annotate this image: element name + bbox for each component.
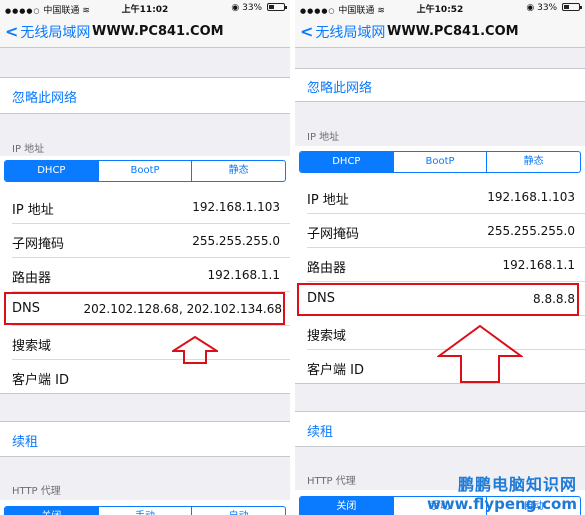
phone-screen-right: ●●●●○ 中国联通 ≋ 上午10:52 ◉ 33% < 无线局域网 WWW.PC…	[295, 0, 585, 515]
battery-icon	[562, 3, 582, 11]
renew-group: 续租	[0, 421, 290, 457]
row-label: IP 地址	[307, 193, 349, 208]
up-arrow-annotation	[172, 336, 218, 364]
lock-rotation-icon: ◉	[231, 3, 240, 13]
row-label: 搜索域	[12, 339, 52, 354]
forget-network-label: 忽略此网络	[12, 91, 78, 106]
battery-icon	[267, 3, 287, 11]
nav-bar: < 无线局域网 WWW.PC841.COM	[295, 16, 585, 48]
tab-static[interactable]: 静态	[486, 152, 580, 172]
page-title: WWW.PC841.COM	[387, 24, 519, 39]
tab-proxy-auto[interactable]: 自动	[191, 507, 285, 515]
lock-rotation-icon: ◉	[526, 3, 535, 13]
tab-static[interactable]: 静态	[191, 161, 285, 181]
forget-network-button[interactable]: 忽略此网络	[295, 69, 585, 103]
http-proxy-control-wrap: 关闭 手动 自动	[0, 500, 290, 515]
tab-proxy-off[interactable]: 关闭	[300, 497, 393, 515]
back-button[interactable]: < 无线局域网	[5, 22, 90, 42]
ip-section-header: IP 地址	[12, 144, 45, 155]
tab-proxy-off[interactable]: 关闭	[5, 507, 98, 515]
row-router: 路由器 192.168.1.1	[0, 258, 290, 292]
ip-section-header: IP 地址	[307, 132, 340, 143]
renew-lease-label: 续租	[12, 435, 39, 450]
row-search-domain[interactable]: 搜索域	[0, 326, 290, 360]
up-arrow-annotation	[437, 324, 523, 383]
row-label: IP 地址	[12, 203, 54, 218]
tab-bootp[interactable]: BootP	[392, 152, 487, 172]
row-label: 客户端 ID	[12, 373, 69, 388]
http-proxy-section-header: HTTP 代理	[12, 486, 61, 497]
renew-lease-label: 续租	[307, 425, 334, 440]
row-ip-address: IP 地址 192.168.1.103	[295, 180, 585, 214]
battery-percent: 33%	[242, 3, 263, 13]
row-label: 客户端 ID	[307, 363, 364, 378]
ip-mode-control-wrap: DHCP BootP 静态	[295, 146, 585, 176]
row-subnet-mask: 子网掩码 255.255.255.0	[295, 214, 585, 248]
row-label: 搜索域	[307, 329, 347, 344]
renew-lease-button[interactable]: 续租	[295, 412, 585, 446]
row-value: 255.255.255.0	[192, 234, 280, 248]
row-router: 路由器 192.168.1.1	[295, 248, 585, 282]
forget-network-button[interactable]: 忽略此网络	[0, 78, 290, 112]
row-value: 192.168.1.103	[192, 200, 280, 214]
row-label: 子网掩码	[12, 237, 65, 252]
row-value: 255.255.255.0	[487, 224, 575, 238]
row-subnet-mask: 子网掩码 255.255.255.0	[0, 224, 290, 258]
forget-group: 忽略此网络	[295, 68, 585, 102]
ip-details-group: IP 地址 192.168.1.103 子网掩码 255.255.255.0 路由器…	[0, 186, 290, 394]
ip-mode-control-wrap: DHCP BootP 静态	[0, 156, 290, 186]
status-bar: ●●●●○ 中国联通 ≋ 上午10:52 ◉ 33%	[295, 0, 585, 16]
renew-group: 续租	[295, 411, 585, 447]
dns-highlight-box	[4, 292, 285, 325]
site-watermark: 鹏鹏电脑知识网 www.flypeng.com	[427, 471, 577, 513]
status-bar: ●●●●○ 中国联通 ≋ 上午11:02 ◉ 33%	[0, 0, 290, 16]
tab-dhcp[interactable]: DHCP	[300, 152, 393, 172]
row-client-id[interactable]: 客户端 ID	[0, 360, 290, 394]
http-proxy-segmented-control: 关闭 手动 自动	[4, 506, 286, 515]
ip-mode-segmented-control: DHCP BootP 静态	[299, 151, 581, 173]
back-label: 无线局域网	[20, 25, 91, 41]
row-value: 192.168.1.103	[487, 190, 575, 204]
chevron-left-icon: <	[300, 22, 314, 41]
forget-network-label: 忽略此网络	[307, 81, 373, 96]
row-ip-address: IP 地址 192.168.1.103	[0, 190, 290, 224]
ip-mode-segmented-control: DHCP BootP 静态	[4, 160, 286, 182]
back-button[interactable]: < 无线局域网	[300, 22, 385, 42]
row-value: 192.168.1.1	[207, 268, 280, 282]
http-proxy-section-header: HTTP 代理	[307, 476, 356, 487]
renew-lease-button[interactable]: 续租	[0, 422, 290, 456]
phone-screen-left: ●●●●○ 中国联通 ≋ 上午11:02 ◉ 33% < 无线局域网 WWW.PC…	[0, 0, 290, 515]
tab-dhcp[interactable]: DHCP	[5, 161, 98, 181]
row-label: 路由器	[12, 271, 52, 286]
forget-group: 忽略此网络	[0, 77, 290, 114]
chevron-left-icon: <	[5, 22, 19, 41]
tab-proxy-manual[interactable]: 手动	[97, 507, 192, 515]
dns-highlight-box	[297, 283, 579, 316]
row-label: 子网掩码	[307, 227, 360, 242]
back-label: 无线局域网	[315, 25, 386, 41]
page-title: WWW.PC841.COM	[92, 24, 224, 39]
tab-bootp[interactable]: BootP	[97, 161, 192, 181]
row-label: 路由器	[307, 261, 347, 276]
nav-bar: < 无线局域网 WWW.PC841.COM	[0, 16, 290, 48]
battery-percent: 33%	[537, 3, 558, 13]
row-value: 192.168.1.1	[502, 258, 575, 272]
watermark-title: 鹏鹏电脑知识网	[457, 475, 577, 494]
watermark-url: www.flypeng.com	[426, 495, 577, 513]
